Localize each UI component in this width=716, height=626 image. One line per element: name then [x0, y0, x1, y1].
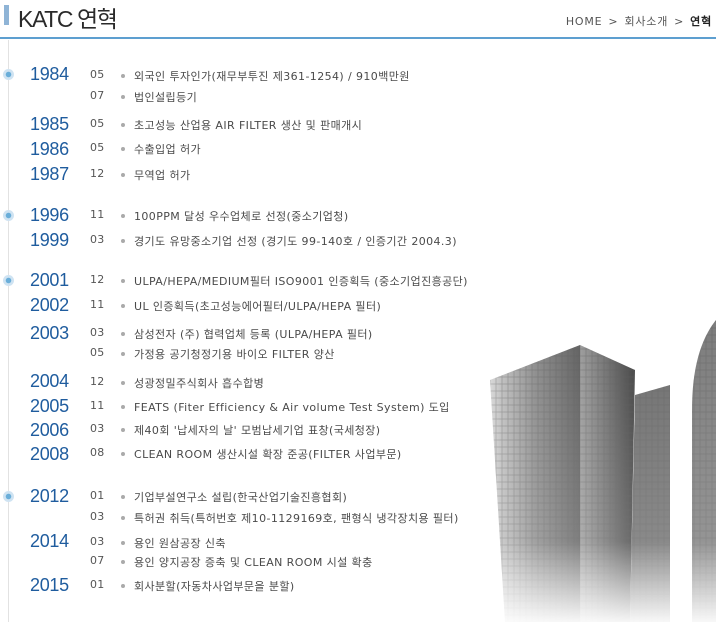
event-month: 03 [90, 535, 105, 548]
event-description: FEATS (Fiter Efficiency & Air volume Tes… [134, 401, 450, 414]
timeline-year: 1999 [30, 230, 69, 250]
event-month: 03 [90, 422, 105, 435]
bullet-icon [121, 214, 125, 218]
timeline-year: 2002 [30, 295, 69, 315]
bullet-icon [121, 495, 125, 499]
bullet-icon [121, 584, 125, 588]
bullet-icon [121, 173, 125, 177]
timeline-year: 1985 [30, 114, 69, 134]
header-divider [0, 37, 716, 39]
breadcrumb: HOME > 회사소개 > 연혁 [566, 13, 712, 29]
bullet-icon [121, 541, 125, 545]
event-month: 05 [90, 141, 105, 154]
timeline-year: 2015 [30, 575, 69, 595]
bullet-icon [121, 405, 125, 409]
bullet-icon [121, 332, 125, 336]
event-description: 가정용 공기청정기용 바이오 FILTER 양산 [134, 348, 335, 361]
timeline-year: 2003 [30, 323, 69, 343]
event-description: 외국인 투자인가(재무부투진 제361-1254) / 910백만원 [134, 70, 410, 83]
event-month: 11 [90, 208, 105, 221]
timeline-axis [8, 40, 9, 622]
event-description: 성광정밀주식회사 흡수합병 [134, 377, 265, 390]
event-description: 회사분할(자동차사업부문을 분할) [134, 580, 295, 593]
event-description: 특허권 취득(특허번호 제10-1129169호, 팬형식 냉각장치용 필터) [134, 512, 459, 525]
timeline-dot-icon [3, 69, 14, 80]
breadcrumb-company[interactable]: 회사소개 [624, 13, 668, 29]
event-description: 용인 양지공장 증축 및 CLEAN ROOM 시설 확충 [134, 556, 373, 569]
chevron-right-icon: > [608, 14, 619, 28]
bullet-icon [121, 279, 125, 283]
event-month: 07 [90, 89, 105, 102]
event-month: 03 [90, 326, 105, 339]
breadcrumb-current: 연혁 [690, 15, 712, 28]
timeline-year: 1984 [30, 64, 69, 84]
chevron-right-icon: > [674, 14, 685, 28]
event-description: UL 인증획득(초고성능에어필터/ULPA/HEPA 필터) [134, 300, 382, 313]
event-description: 초고성능 산업용 AIR FILTER 생산 및 판매개시 [134, 119, 363, 132]
bullet-icon [121, 304, 125, 308]
timeline-year: 1986 [30, 139, 69, 159]
bullet-icon [121, 123, 125, 127]
timeline-dot-icon [3, 210, 14, 221]
event-month: 12 [90, 273, 105, 286]
timeline-year: 2005 [30, 396, 69, 416]
building-image [430, 300, 716, 622]
event-month: 05 [90, 68, 105, 81]
breadcrumb-home[interactable]: HOME [566, 15, 603, 28]
event-description: CLEAN ROOM 생산시설 확장 준공(FILTER 사업부문) [134, 448, 402, 461]
event-month: 12 [90, 375, 105, 388]
event-month: 08 [90, 446, 105, 459]
timeline-year: 1987 [30, 164, 69, 184]
event-description: 법인설립등기 [134, 91, 198, 104]
event-month: 11 [90, 298, 105, 311]
bullet-icon [121, 74, 125, 78]
timeline-year: 2014 [30, 531, 69, 551]
title-accent-bar [4, 5, 9, 25]
timeline-year: 2004 [30, 371, 69, 391]
timeline-dot-icon [3, 275, 14, 286]
bullet-icon [121, 516, 125, 520]
event-description: 삼성전자 (주) 협력업체 등록 (ULPA/HEPA 필터) [134, 328, 373, 341]
timeline-dot-icon [3, 491, 14, 502]
event-month: 03 [90, 510, 105, 523]
page-header: KATC 연혁 HOME > 회사소개 > 연혁 [0, 0, 716, 37]
timeline-year: 1996 [30, 205, 69, 225]
event-month: 12 [90, 167, 105, 180]
bullet-icon [121, 428, 125, 432]
event-month: 07 [90, 554, 105, 567]
event-description: 무역업 허가 [134, 169, 191, 182]
event-description: 제40회 '납세자의 날' 모범납세기업 표창(국세청장) [134, 424, 381, 437]
event-month: 01 [90, 489, 105, 502]
event-month: 05 [90, 346, 105, 359]
bullet-icon [121, 352, 125, 356]
event-description: 용인 원삼공장 신축 [134, 537, 226, 550]
event-month: 01 [90, 578, 105, 591]
event-description: 100PPM 달성 우수업체로 선정(중소기업청) [134, 210, 349, 223]
event-month: 11 [90, 399, 105, 412]
event-month: 05 [90, 117, 105, 130]
event-description: 수출입업 허가 [134, 143, 202, 156]
event-description: ULPA/HEPA/MEDIUM필터 ISO9001 인증획득 (중소기업진흥공… [134, 275, 468, 288]
event-description: 경기도 유망중소기업 선정 (경기도 99-140호 / 인증기간 2004.3… [134, 235, 457, 248]
event-description: 기업부설연구소 설립(한국산업기술진흥협회) [134, 491, 348, 504]
bullet-icon [121, 452, 125, 456]
bullet-icon [121, 381, 125, 385]
page-title: KATC 연혁 [18, 6, 118, 32]
timeline-year: 2006 [30, 420, 69, 440]
timeline-year: 2001 [30, 270, 69, 290]
timeline-year: 2012 [30, 486, 69, 506]
bullet-icon [121, 147, 125, 151]
bullet-icon [121, 560, 125, 564]
bullet-icon [121, 239, 125, 243]
timeline-year: 2008 [30, 444, 69, 464]
event-month: 03 [90, 233, 105, 246]
bullet-icon [121, 95, 125, 99]
